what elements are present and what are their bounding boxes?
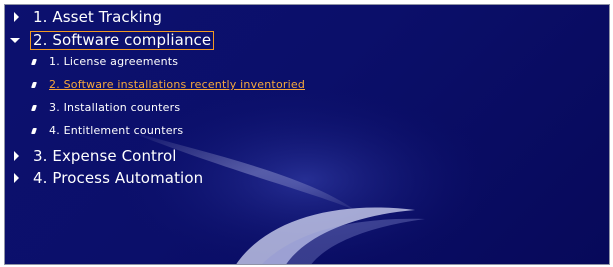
bullet-icon	[31, 81, 37, 88]
submenu-item-label: 1. License agreements	[49, 55, 179, 68]
triangle-down-icon	[10, 37, 20, 43]
navigation-tree: 1. Asset Tracking 2. Software compliance…	[5, 5, 609, 264]
bullet-icon	[31, 127, 37, 134]
menu-item-asset-tracking[interactable]: 1. Asset Tracking	[14, 7, 162, 27]
menu-item-label: 4. Process Automation	[33, 169, 204, 187]
submenu-item-license-agreements[interactable]: 1. License agreements	[31, 53, 179, 70]
triangle-right-icon	[14, 12, 19, 22]
bullet-icon	[31, 58, 37, 65]
tree-menu-panel: 1. Asset Tracking 2. Software compliance…	[4, 4, 610, 265]
submenu-item-software-installations[interactable]: 2. Software installations recently inven…	[31, 76, 305, 93]
menu-item-label: 2. Software compliance	[30, 30, 215, 50]
menu-item-label: 3. Expense Control	[33, 147, 177, 165]
submenu-item-entitlement-counters[interactable]: 4. Entitlement counters	[31, 122, 184, 139]
submenu-item-installation-counters[interactable]: 3. Installation counters	[31, 99, 181, 116]
triangle-right-icon	[14, 173, 19, 183]
menu-item-label: 1. Asset Tracking	[33, 8, 162, 26]
submenu-item-label: 4. Entitlement counters	[49, 124, 184, 137]
menu-item-software-compliance[interactable]: 2. Software compliance	[10, 30, 215, 50]
submenu-item-label-active[interactable]: 2. Software installations recently inven…	[49, 78, 305, 91]
bullet-icon	[31, 104, 37, 111]
submenu-item-label: 3. Installation counters	[49, 101, 181, 114]
triangle-right-icon	[14, 151, 19, 161]
menu-item-process-automation[interactable]: 4. Process Automation	[14, 168, 203, 188]
menu-item-expense-control[interactable]: 3. Expense Control	[14, 146, 177, 166]
